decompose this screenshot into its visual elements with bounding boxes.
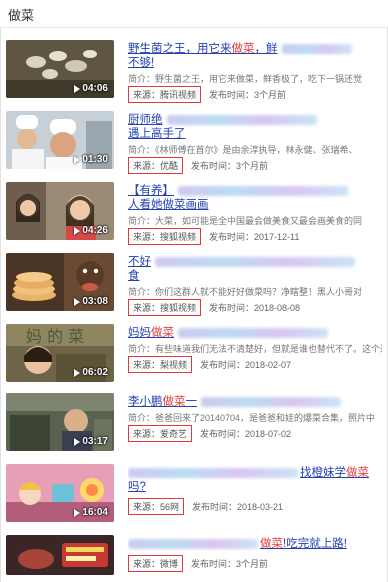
video-date: 发布时间：2017-12-11 bbox=[209, 232, 300, 242]
video-duration: 01:30 bbox=[74, 154, 108, 165]
video-source: 来源：梨视频 bbox=[128, 356, 193, 373]
blurred-text bbox=[178, 185, 348, 196]
video-meta: 来源：梨视频 发布时间：2018-02-07 bbox=[128, 356, 291, 373]
video-source: 来源：搜狐视频 bbox=[128, 299, 202, 316]
video-title-link[interactable]: 做菜!吃完就上路! bbox=[128, 537, 380, 551]
dish-thumbnail-image bbox=[6, 535, 114, 575]
svg-text:妈 的 菜: 妈 的 菜 bbox=[26, 327, 84, 346]
play-icon bbox=[74, 508, 81, 517]
play-icon bbox=[74, 226, 81, 235]
blurred-text bbox=[178, 327, 328, 338]
video-result-item[interactable]: 01:30 厨师绝 遇上高手了 简介：《林师傅在首尔》是由余淳执导，林永健、张瑞… bbox=[0, 111, 388, 175]
video-thumbnail[interactable]: 03:17 bbox=[6, 393, 114, 451]
video-date: 发布时间：2018-03-21 bbox=[192, 502, 284, 512]
video-date: 发布时间：3个月前 bbox=[191, 161, 269, 171]
play-icon bbox=[74, 297, 81, 306]
play-icon bbox=[74, 84, 81, 93]
video-duration: 03:17 bbox=[74, 436, 108, 447]
video-summary: 简介：你们这群人就不能好好做菜吗？净瞎整！黑人小哥对 bbox=[128, 287, 363, 297]
video-duration: 04:06 bbox=[74, 83, 108, 94]
video-source: 来源：腾讯视频 bbox=[128, 86, 202, 103]
video-date: 发布时间：2018-08-08 bbox=[209, 303, 301, 313]
video-title-link[interactable]: 野生菌之王，用它来做菜，鲜 不够! bbox=[128, 42, 380, 70]
video-meta: 来源：56网 发布时间：2018-03-21 bbox=[128, 498, 283, 515]
video-duration: 16:04 bbox=[74, 507, 108, 518]
search-bar bbox=[0, 0, 388, 28]
video-summary: 简介：有些味道我们无法不清楚好，但就是谁也替代不了。这个过 bbox=[128, 344, 382, 354]
video-date: 发布时间：2018-02-07 bbox=[200, 360, 292, 370]
blurred-text bbox=[128, 538, 258, 549]
play-icon bbox=[74, 368, 81, 377]
video-result-item[interactable]: 03:08 不好 食 简介：你们这群人就不能好好做菜吗？净瞎整！黑人小哥对 来源… bbox=[0, 253, 388, 317]
video-result-item[interactable]: 03:17 李小鹏做菜一 简介：爸爸回来了20140704，是爸爸和娃的爆菜合集… bbox=[0, 393, 388, 457]
video-result-item[interactable]: 做菜!吃完就上路! 来源：微博 发布时间：3个月前 bbox=[0, 535, 388, 582]
blurred-text bbox=[166, 114, 317, 125]
video-date: 发布时间：3个月前 bbox=[209, 90, 287, 100]
video-duration: 04:26 bbox=[74, 225, 108, 236]
blurred-text bbox=[201, 396, 341, 407]
video-title-link[interactable]: 厨师绝 遇上高手了 bbox=[128, 113, 380, 141]
video-result-item[interactable]: 16:04 找橙妹学做菜 吗? 来源：56网 发布时间：2018-03-21 bbox=[0, 464, 388, 528]
video-summary: 简介：《林师傅在首尔》是由余淳执导，林永健、张瑞希、 bbox=[128, 145, 358, 155]
video-meta: 来源：优酷 发布时间：3个月前 bbox=[128, 157, 268, 174]
video-title-link[interactable]: 找橙妹学做菜 吗? bbox=[128, 466, 380, 494]
video-meta: 来源：搜狐视频 发布时间：2017-12-11 bbox=[128, 228, 299, 245]
video-summary: 简介：大菜，如可能是全中国最会做美食又最会画美食的同 bbox=[128, 216, 363, 226]
video-duration: 03:08 bbox=[74, 296, 108, 307]
play-icon bbox=[74, 155, 81, 164]
video-meta: 来源：微博 发布时间：3个月前 bbox=[128, 555, 268, 572]
video-meta: 来源：爱奇艺 发布时间：2018-07-02 bbox=[128, 425, 291, 442]
video-title-link[interactable]: 妈妈做菜 bbox=[128, 326, 380, 340]
video-duration: 06:02 bbox=[74, 367, 108, 378]
video-meta: 来源：搜狐视频 发布时间：2018-08-08 bbox=[128, 299, 300, 316]
video-thumbnail[interactable]: 04:26 bbox=[6, 182, 114, 240]
video-source: 来源：爱奇艺 bbox=[128, 425, 193, 442]
video-title-link[interactable]: 不好 食 bbox=[128, 255, 380, 283]
video-meta: 来源：腾讯视频 发布时间：3个月前 bbox=[128, 86, 286, 103]
video-thumbnail[interactable]: 16:04 bbox=[6, 464, 114, 522]
video-title-link[interactable]: 李小鹏做菜一 bbox=[128, 395, 380, 409]
blurred-text bbox=[281, 43, 352, 54]
video-thumbnail[interactable]: 妈 的 菜 06:02 bbox=[6, 324, 114, 382]
video-thumbnail[interactable]: 01:30 bbox=[6, 111, 114, 169]
video-date: 发布时间：3个月前 bbox=[191, 559, 269, 569]
search-input[interactable] bbox=[8, 4, 380, 24]
blurred-text bbox=[155, 256, 355, 267]
video-source: 来源：微博 bbox=[128, 555, 184, 572]
video-thumbnail[interactable] bbox=[6, 535, 114, 575]
video-result-item[interactable]: 妈 的 菜 06:02 妈妈做菜 简介：有些味道我们无法不清楚好，但就是谁也替代… bbox=[0, 324, 388, 388]
video-summary: 简介：野生菌之王，用它来做菜，鲜香极了，吃下一锅还觉 bbox=[128, 74, 363, 84]
video-result-item[interactable]: 04:26 【有养】 人看她做菜画画 简介：大菜，如可能是全中国最会做美食又最会… bbox=[0, 182, 388, 246]
video-thumbnail[interactable]: 04:06 bbox=[6, 40, 114, 98]
video-result-item[interactable]: 04:06 野生菌之王，用它来做菜，鲜 不够! 简介：野生菌之王，用它来做菜，鲜… bbox=[0, 40, 388, 104]
video-thumbnail[interactable]: 03:08 bbox=[6, 253, 114, 311]
video-title-link[interactable]: 【有养】 人看她做菜画画 bbox=[128, 184, 380, 212]
blurred-text bbox=[128, 467, 298, 478]
video-date: 发布时间：2018-07-02 bbox=[200, 429, 292, 439]
video-source: 来源：搜狐视频 bbox=[128, 228, 202, 245]
video-source: 来源：优酷 bbox=[128, 157, 184, 174]
play-icon bbox=[74, 437, 81, 446]
video-summary: 简介：爸爸回来了20140704，是爸爸和娃的爆菜合集，照片中 bbox=[128, 413, 376, 423]
video-source: 来源：56网 bbox=[128, 498, 185, 515]
